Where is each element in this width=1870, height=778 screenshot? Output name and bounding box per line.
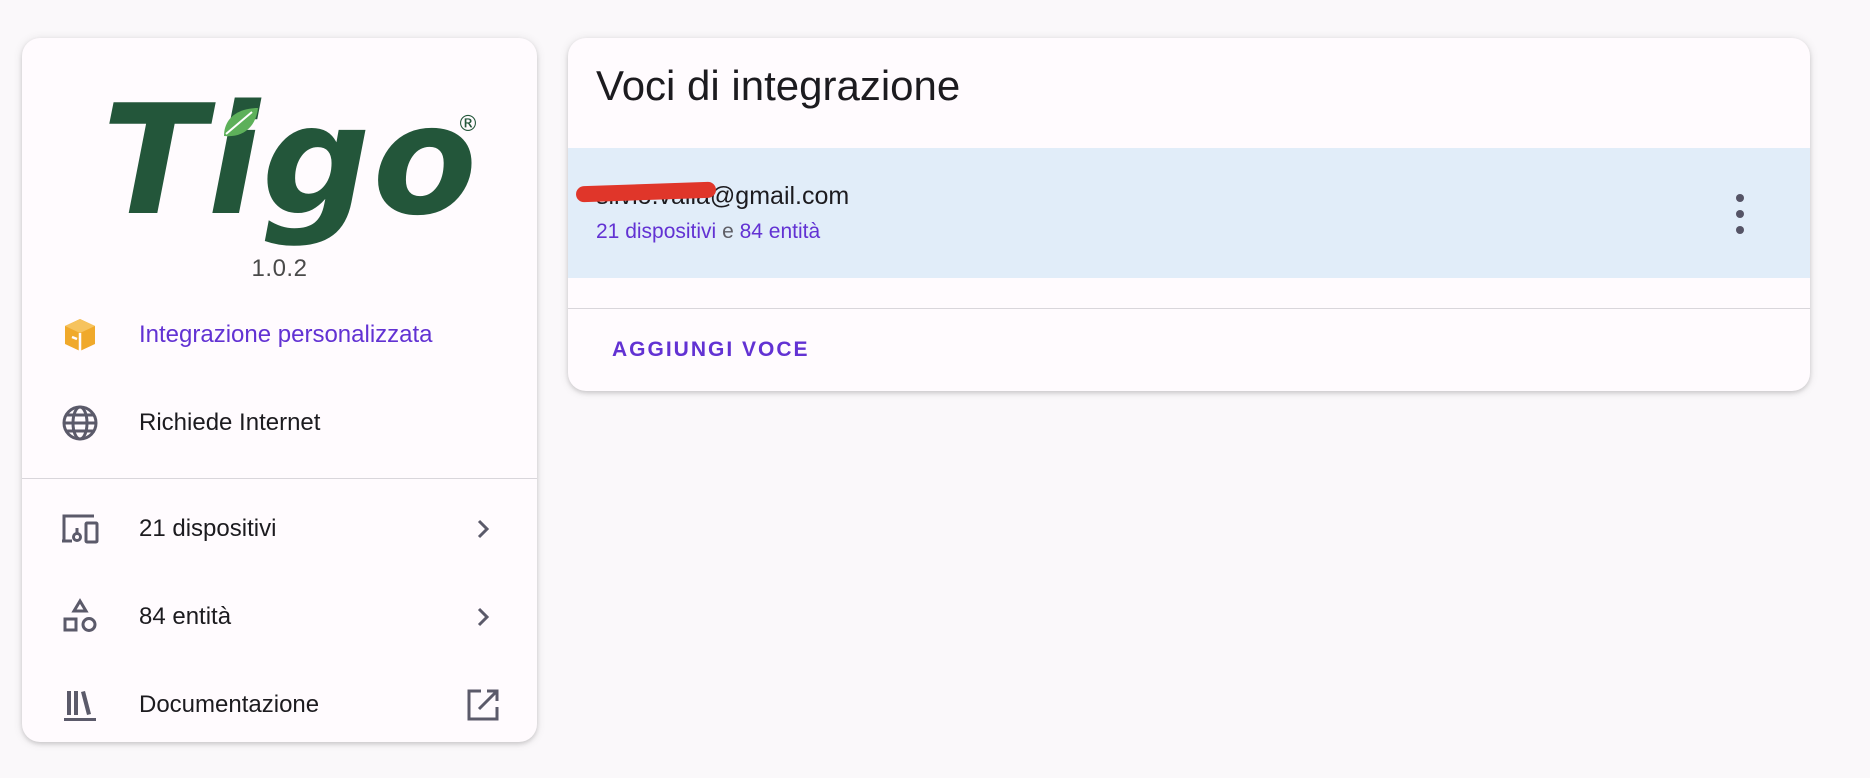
tigo-logo: Tigo ® — [102, 66, 492, 256]
documentation-label: Documentazione — [139, 691, 320, 718]
documentation-link[interactable]: Documentazione — [22, 670, 537, 740]
registered-mark: ® — [457, 112, 479, 137]
entities-label: 84 entità — [139, 603, 232, 630]
package-icon — [60, 315, 100, 355]
leaf-icon — [224, 108, 258, 137]
globe-icon — [60, 403, 100, 443]
chevron-right-icon — [465, 511, 501, 547]
devices-icon — [60, 509, 100, 549]
integration-entries-card: Voci di integrazione silvio.valla@gmail.… — [568, 38, 1810, 391]
entries-title: Voci di integrazione — [596, 62, 961, 109]
entities-link[interactable]: 84 entità — [22, 582, 537, 652]
integration-version: 1.0.2 — [251, 255, 308, 282]
chevron-right-icon — [465, 599, 501, 635]
custom-integration-info: Integrazione personalizzata — [22, 300, 537, 370]
shapes-icon — [60, 597, 100, 637]
section-divider — [22, 478, 537, 479]
entry-entities-link[interactable]: 84 entità — [740, 220, 821, 243]
requires-internet-label: Richiede Internet — [139, 409, 321, 436]
dots-vertical-icon[interactable] — [1728, 194, 1752, 234]
requires-internet-info: Richiede Internet — [22, 388, 537, 458]
entry-devices-link[interactable]: 21 dispositivi — [596, 220, 716, 243]
config-entry-row[interactable]: silvio.valla@gmail.com 21 dispositivi e … — [568, 148, 1810, 278]
devices-label: 21 dispositivi — [139, 515, 277, 542]
custom-integration-label: Integrazione personalizzata — [139, 321, 433, 348]
add-entry-button[interactable]: AGGIUNGI VOCE — [598, 322, 824, 378]
open-in-new-icon — [465, 687, 501, 723]
bookshelf-icon — [60, 685, 100, 725]
integration-info-card: Tigo ® 1.0.2 Integrazione personalizzata — [22, 38, 537, 742]
devices-link[interactable]: 21 dispositivi — [22, 494, 537, 564]
card-actions-divider — [568, 308, 1810, 309]
logo-wordmark: Tigo — [102, 72, 480, 249]
entry-conjunction: e — [722, 220, 734, 243]
entry-summary: 21 dispositivi e 84 entità — [596, 220, 820, 244]
